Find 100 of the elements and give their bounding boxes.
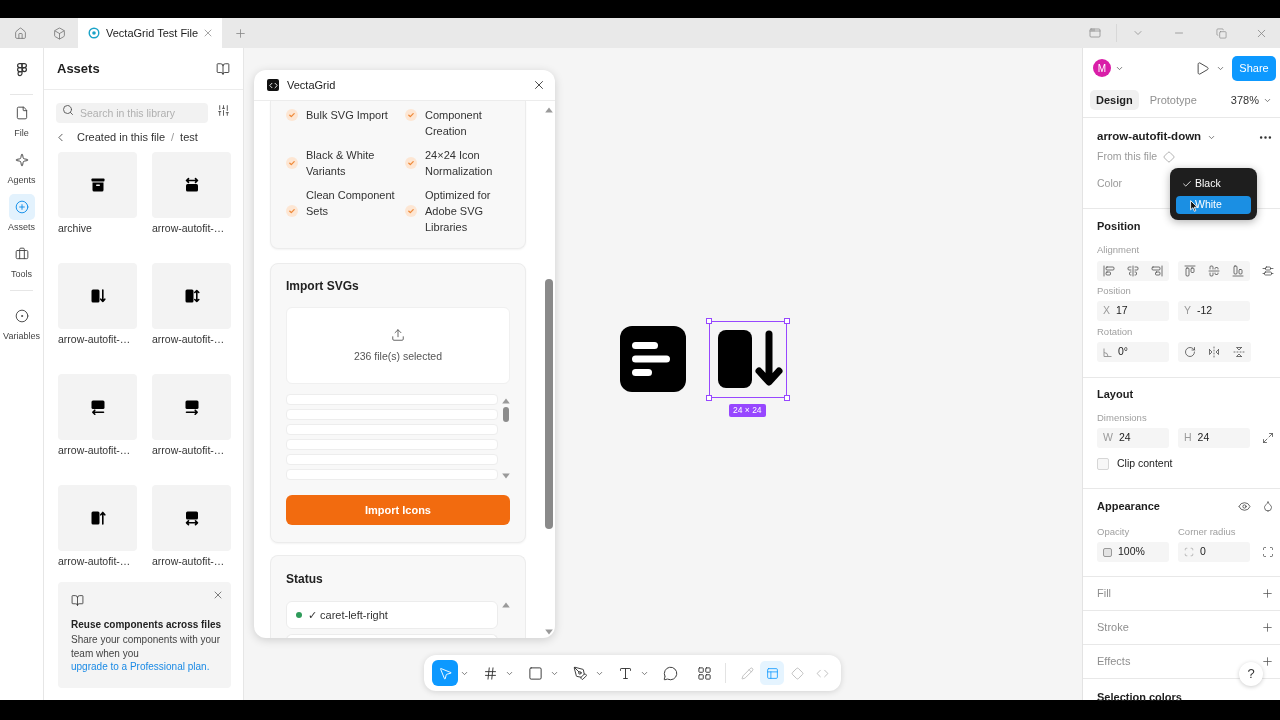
align-left-icon[interactable] — [1103, 265, 1115, 277]
flip-horizontal-icon[interactable] — [1208, 346, 1221, 358]
asset-tile[interactable] — [58, 263, 137, 329]
plus-icon[interactable] — [1261, 621, 1274, 634]
scroll-up-arrow-icon — [545, 107, 553, 113]
zoom-dropdown[interactable]: 378% — [1230, 90, 1272, 110]
y-field[interactable]: Y -12 — [1178, 301, 1250, 321]
check-icon — [405, 205, 417, 217]
sidebar-item[interactable]: Tools — [0, 236, 43, 283]
feature-label: Component Creation — [425, 108, 483, 139]
block-width-arrows-icon — [183, 510, 200, 526]
align-middle-icon[interactable] — [1208, 265, 1220, 277]
block-width-arrows-icon — [183, 177, 200, 193]
new-tab-icon[interactable] — [233, 26, 247, 40]
corner-radius-field[interactable]: 0 — [1178, 542, 1250, 562]
opacity-field[interactable]: 100% — [1097, 542, 1169, 562]
rotate-icon[interactable] — [1184, 346, 1197, 358]
asset-name: archive — [58, 221, 92, 235]
resize-handle[interactable] — [706, 318, 712, 324]
filter-icon[interactable] — [217, 103, 230, 117]
user-avatar[interactable]: M — [1093, 59, 1111, 77]
asset-tile[interactable] — [152, 263, 231, 329]
scroll-down-arrow-icon — [502, 473, 510, 479]
section-title: Fill — [1097, 586, 1112, 602]
help-button[interactable]: ? — [1239, 662, 1263, 686]
clip-content-checkbox[interactable] — [1097, 458, 1109, 470]
code-logo-icon — [267, 79, 279, 91]
asset-tile[interactable] — [58, 152, 137, 218]
x-field[interactable]: X 17 — [1097, 301, 1169, 321]
briefcase-icon — [14, 247, 29, 261]
block-down-arrow-icon — [89, 288, 106, 304]
droplet-icon[interactable] — [1262, 500, 1274, 512]
mode-button[interactable] — [760, 661, 784, 685]
section-title: Appearance — [1097, 498, 1160, 514]
menu-item[interactable]: Black — [1176, 175, 1251, 193]
block-height-arrows-icon — [183, 288, 200, 304]
check-icon — [286, 109, 298, 121]
asset-tile[interactable] — [152, 374, 231, 440]
eye-icon[interactable] — [1238, 499, 1251, 513]
cube-icon[interactable] — [52, 26, 66, 40]
book-icon[interactable] — [216, 61, 230, 76]
sidebar-item[interactable]: Agents — [0, 142, 43, 189]
circle-dot-icon — [14, 309, 29, 323]
height-field[interactable]: H 24 — [1178, 428, 1250, 448]
distribute-icon[interactable] — [1262, 265, 1274, 277]
property-label: Color — [1097, 176, 1123, 192]
search-field[interactable]: Search in this library — [56, 103, 208, 123]
plus-icon[interactable] — [1261, 655, 1274, 668]
status-row: ✓ caret-left-right — [286, 601, 498, 629]
resize-icon[interactable] — [1262, 432, 1274, 444]
asset-tile[interactable] — [152, 152, 231, 218]
asset-name: arrow-autofit-… — [152, 554, 225, 568]
flip-vertical-icon[interactable] — [1232, 346, 1245, 358]
selection-frame[interactable] — [709, 321, 787, 398]
sidebar-item[interactable]: File — [0, 95, 43, 142]
asset-tile[interactable] — [58, 374, 137, 440]
independent-corners-icon[interactable] — [1262, 546, 1274, 558]
drop-zone[interactable]: 236 file(s) selected — [286, 307, 510, 384]
asset-tile[interactable] — [152, 485, 231, 551]
check-icon — [405, 157, 417, 169]
align-center-icon[interactable] — [1127, 265, 1139, 277]
resize-handle[interactable] — [784, 318, 790, 324]
align-bottom-icon[interactable] — [1232, 265, 1244, 277]
sidebar-item[interactable]: Assets — [0, 189, 43, 236]
check-icon — [286, 205, 298, 217]
scroll-down-arrow-icon — [545, 629, 553, 635]
sparkle-icon — [14, 153, 29, 167]
section-title: Layout — [1097, 386, 1134, 402]
close-icon[interactable] — [532, 78, 546, 92]
close-icon[interactable] — [212, 589, 224, 601]
field-label: Position — [1097, 283, 1131, 298]
block-left-arrow-icon — [89, 399, 106, 415]
resize-handle[interactable] — [706, 395, 712, 401]
corner-radius-icon — [1184, 547, 1194, 557]
align-right-icon[interactable] — [1151, 265, 1163, 277]
align-left-tile-drawing — [620, 326, 686, 392]
breadcrumb-separator: / — [171, 129, 175, 145]
breadcrumb-item[interactable]: Created in this file — [77, 128, 166, 146]
play-icon[interactable] — [1195, 60, 1210, 76]
home-icon[interactable] — [13, 26, 27, 40]
breadcrumb-item[interactable]: test — [180, 128, 198, 146]
app-logo-icon[interactable] — [16, 62, 27, 78]
archive-icon — [89, 177, 106, 193]
text-icon — [617, 665, 633, 681]
asset-name: arrow-autofit-… — [152, 221, 225, 235]
checkbox-label: Clip content — [1117, 456, 1173, 472]
search-icon — [62, 104, 74, 116]
sidebar-item[interactable]: Variables — [0, 298, 43, 345]
grid-icon — [696, 665, 712, 681]
file-tab[interactable]: VectaGrid Test File — [78, 18, 222, 48]
scroll-up-arrow-icon — [502, 602, 510, 608]
check-icon — [286, 157, 298, 169]
asset-tile[interactable] — [58, 485, 137, 551]
resize-handle[interactable] — [784, 395, 790, 401]
component-name: arrow-autofit-down — [1097, 129, 1202, 145]
align-top-icon[interactable] — [1184, 265, 1196, 277]
plus-icon[interactable] — [1261, 587, 1274, 600]
width-field[interactable]: W 24 — [1097, 428, 1169, 448]
rotation-field[interactable]: 0° — [1097, 342, 1169, 362]
panel-tab[interactable]: Design — [1090, 90, 1139, 110]
